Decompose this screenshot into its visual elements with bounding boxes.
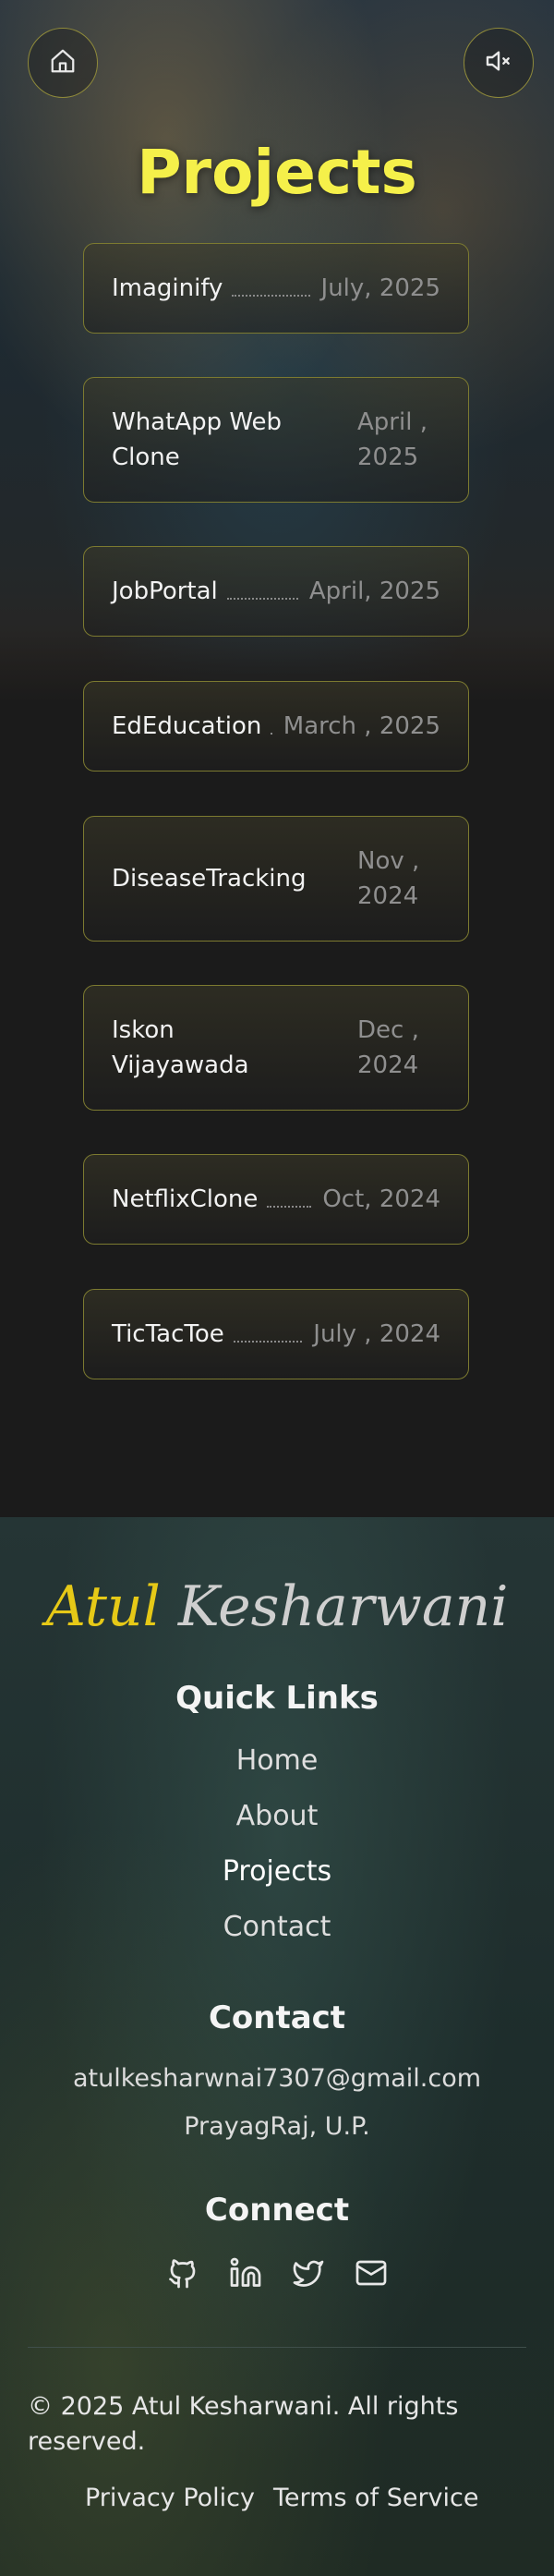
brand-last-name: Kesharwani [177, 1574, 509, 1639]
page-title: Projects [137, 137, 417, 208]
project-name: DiseaseTracking [112, 865, 307, 893]
dotted-leader [226, 596, 298, 600]
project-name: JobPortal [112, 577, 218, 605]
linkedin-icon[interactable] [225, 2253, 266, 2293]
project-date: Dec , 2024 [357, 1016, 419, 1079]
brand-logo: Atul Kesharwani [0, 1574, 554, 1639]
project-card[interactable]: TicTacToe July , 2024 [83, 1289, 469, 1379]
project-card[interactable]: Imaginify July, 2025 [83, 243, 469, 334]
home-icon [49, 47, 77, 79]
footer-link-about[interactable]: About [0, 1800, 554, 1832]
twitter-icon[interactable] [288, 2253, 329, 2293]
dotted-leader [232, 293, 310, 297]
dotted-leader [233, 1339, 303, 1343]
mail-icon[interactable] [351, 2253, 391, 2293]
project-name: WhatApp Web Clone [112, 408, 283, 471]
privacy-policy-link[interactable]: Privacy Policy [85, 2484, 255, 2512]
footer-link-home[interactable]: Home [0, 1744, 554, 1777]
social-links [163, 2253, 391, 2293]
project-name: Iskon Vijayawada [112, 1016, 249, 1079]
project-date: July, 2025 [320, 274, 440, 302]
project-date: July , 2024 [313, 1320, 440, 1348]
footer-divider [28, 2347, 526, 2348]
project-card[interactable]: JobPortal April, 2025 [83, 546, 469, 637]
contact-email[interactable]: atulkesharwnai7307@gmail.com [0, 2064, 554, 2093]
dotted-leader [267, 1204, 312, 1208]
project-name: Imaginify [112, 274, 223, 302]
project-date: March , 2025 [283, 712, 440, 740]
project-name: NetflixClone [112, 1185, 259, 1213]
terms-of-service-link[interactable]: Terms of Service [273, 2484, 479, 2512]
footer: Atul Kesharwani Quick Links Home About P… [0, 1517, 554, 2576]
project-card[interactable]: DiseaseTracking Nov , 2024 [83, 816, 469, 942]
project-card[interactable]: NetflixClone Oct, 2024 [83, 1154, 469, 1245]
project-card[interactable]: EdEducation March , 2025 [83, 681, 469, 772]
project-card[interactable]: Iskon Vijayawada Dec , 2024 [83, 985, 469, 1111]
project-name: TicTacToe [112, 1320, 224, 1348]
project-name: EdEducation [112, 712, 262, 740]
github-icon[interactable] [163, 2253, 203, 2293]
contact-heading: Contact [208, 1999, 346, 2036]
contact-location: PrayagRaj, U.P. [184, 2112, 370, 2141]
footer-link-projects[interactable]: Projects [0, 1855, 554, 1888]
project-date: Nov , 2024 [357, 847, 420, 910]
project-date: April , 2025 [357, 408, 428, 471]
project-date: Oct, 2024 [322, 1185, 440, 1213]
speaker-muted-icon [484, 46, 513, 79]
home-button[interactable] [28, 28, 98, 98]
connect-heading: Connect [204, 2192, 350, 2229]
project-card[interactable]: WhatApp Web Clone April , 2025 [83, 377, 469, 503]
quick-links-heading: Quick Links [175, 1680, 379, 1717]
project-date: April, 2025 [308, 577, 440, 605]
footer-link-contact[interactable]: Contact [0, 1911, 554, 1943]
brand-first-name: Atul [45, 1574, 161, 1639]
copyright-text: © 2025 Atul Kesharwani. All rights reser… [28, 2392, 459, 2456]
mute-button[interactable] [464, 28, 534, 98]
